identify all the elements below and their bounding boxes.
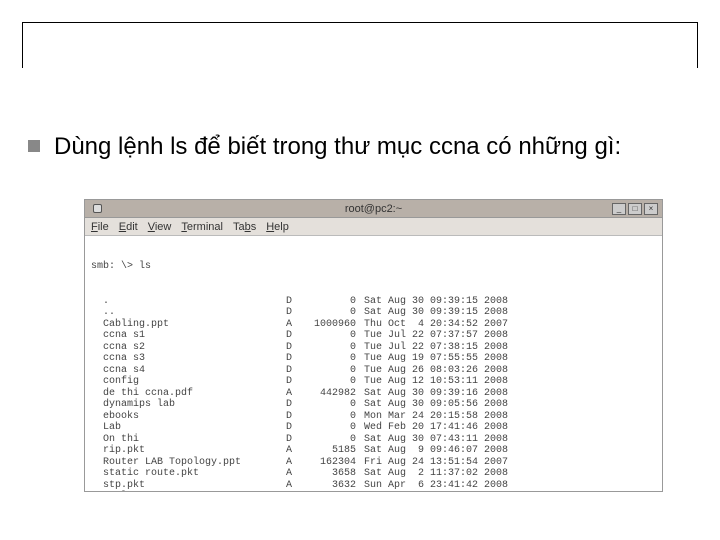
- listing-row: ccna s2D0Tue Jul 22 07:38:15 2008: [91, 342, 656, 354]
- listing-row: LabD0Wed Feb 20 17:41:46 2008: [91, 422, 656, 434]
- menu-edit[interactable]: Edit: [119, 221, 138, 233]
- menu-terminal[interactable]: Terminal: [181, 221, 223, 233]
- window-title: root@pc2:~: [345, 203, 402, 215]
- terminal-output: smb: \> ls .D0Sat Aug 30 09:39:15 2008 .…: [85, 236, 662, 492]
- listing-row: Router LAB Topology.pptA162304Fri Aug 24…: [91, 457, 656, 469]
- listing-row: .D0Sat Aug 30 09:39:15 2008: [91, 296, 656, 308]
- listing-row: ccna s4D0Tue Aug 26 08:03:26 2008: [91, 365, 656, 377]
- listing-row: On thiD0Sat Aug 30 07:43:11 2008: [91, 434, 656, 446]
- title-bar: root@pc2:~ _ □ ×: [85, 200, 662, 218]
- listing-row: configD0Tue Aug 12 10:53:11 2008: [91, 376, 656, 388]
- menu-tabs[interactable]: Tabs: [233, 221, 256, 233]
- slide-title-frame: [22, 22, 698, 68]
- listing-row: dynamips labD0Sat Aug 30 09:05:56 2008: [91, 399, 656, 411]
- minimize-button[interactable]: _: [612, 203, 626, 215]
- bullet-item: Dùng lệnh ls để biết trong thư mục ccna …: [28, 132, 693, 162]
- listing-row: rip.pktA5185Sat Aug 9 09:46:07 2008: [91, 445, 656, 457]
- terminal-window: root@pc2:~ _ □ × File Edit View Terminal…: [84, 199, 663, 492]
- listing-row: ccna s3D0Tue Aug 19 07:55:55 2008: [91, 353, 656, 365]
- listing-row: stp.pktA3632Sun Apr 6 23:41:42 2008: [91, 480, 656, 492]
- app-icon: [93, 204, 102, 213]
- menu-file[interactable]: File: [91, 221, 109, 233]
- listing-row: ..D0Sat Aug 30 09:39:15 2008: [91, 307, 656, 319]
- bullet-square-icon: [28, 140, 40, 152]
- close-button[interactable]: ×: [644, 203, 658, 215]
- maximize-button[interactable]: □: [628, 203, 642, 215]
- menu-help[interactable]: Help: [266, 221, 289, 233]
- menu-view[interactable]: View: [148, 221, 172, 233]
- bullet-text: Dùng lệnh ls để biết trong thư mục ccna …: [54, 132, 621, 162]
- listing-row: static route.pktA3658Sat Aug 2 11:37:02 …: [91, 468, 656, 480]
- listing-row: ccna s1D0Tue Jul 22 07:37:57 2008: [91, 330, 656, 342]
- listing-row: Cabling.pptA1000960Thu Oct 4 20:34:52 20…: [91, 319, 656, 331]
- listing-row: de thi ccna.pdfA442982Sat Aug 30 09:39:1…: [91, 388, 656, 400]
- command-line: smb: \> ls: [91, 261, 656, 273]
- listing-row: ebooksD0Mon Mar 24 20:15:58 2008: [91, 411, 656, 423]
- menu-bar: File Edit View Terminal Tabs Help: [85, 218, 662, 236]
- listing-row: ToolD0Sat Aug 2 07:56:12 2008: [91, 491, 656, 492]
